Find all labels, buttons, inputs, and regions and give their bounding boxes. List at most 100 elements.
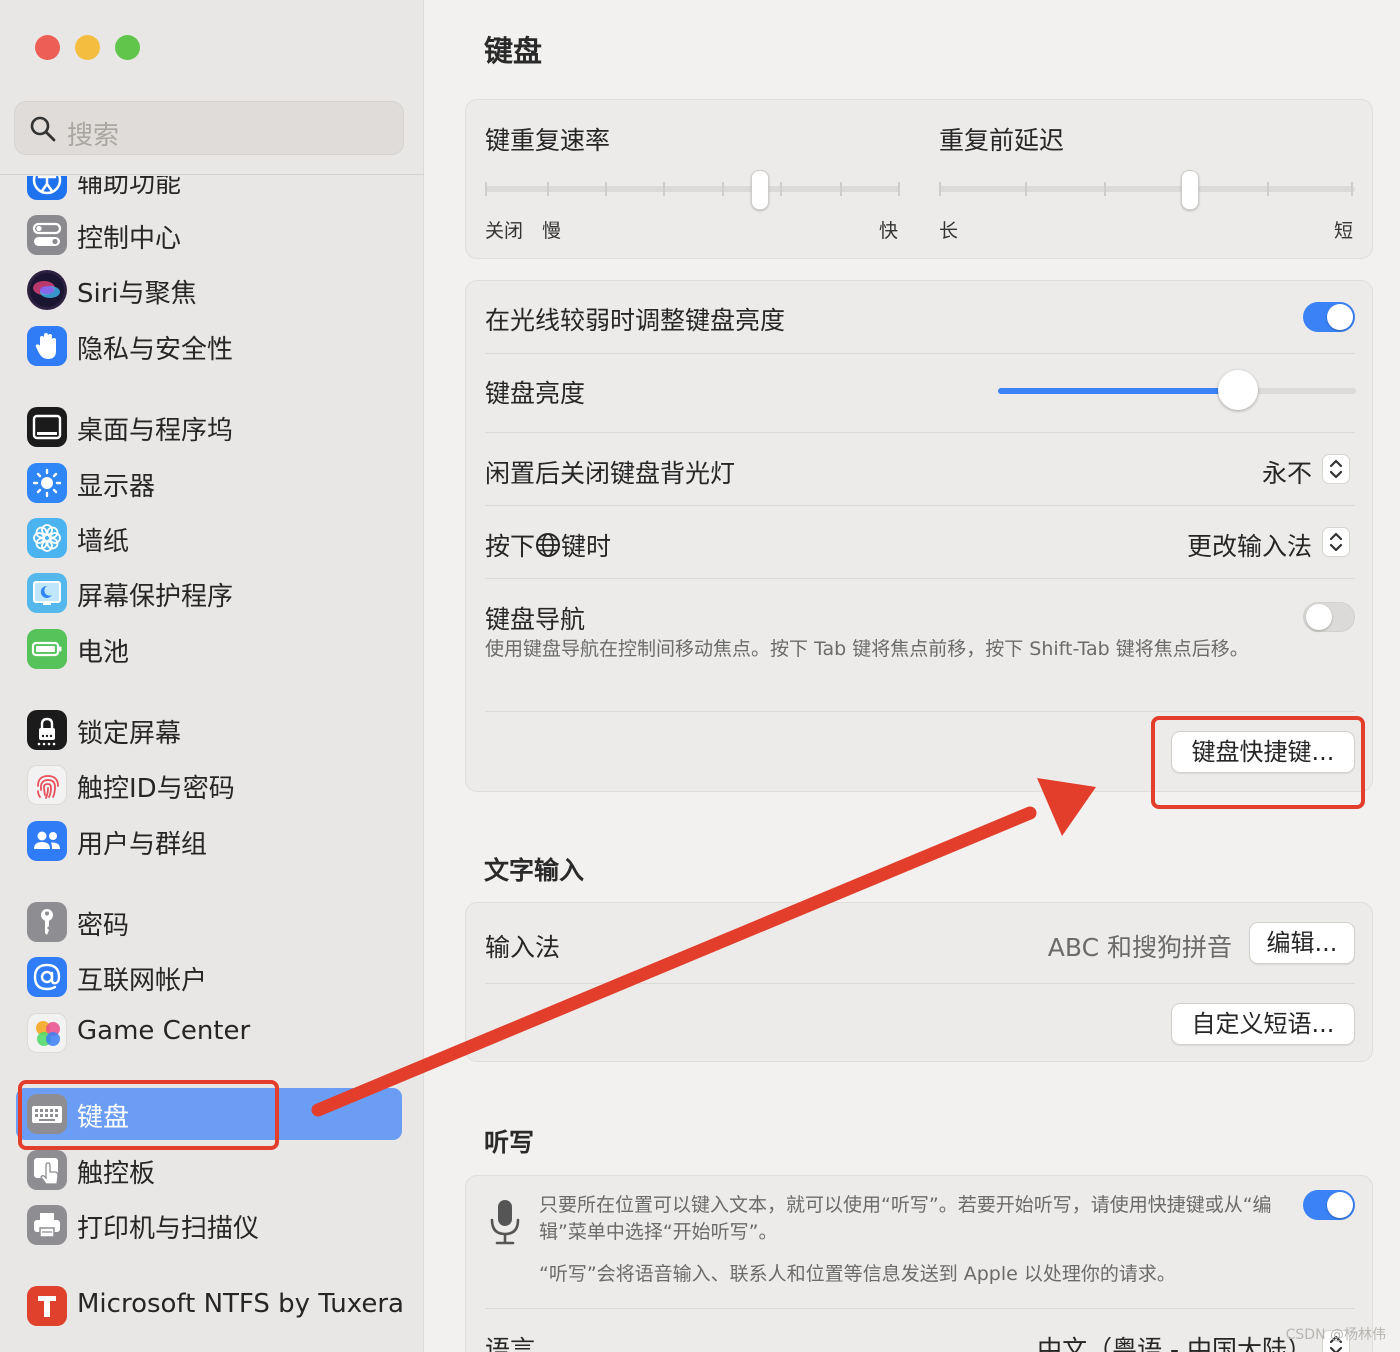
dock-icon xyxy=(27,407,67,447)
dictation-toggle[interactable] xyxy=(1303,1190,1355,1220)
text-replacements-button[interactable]: 自定义短语... xyxy=(1171,1003,1355,1045)
dictation-card: 只要所在位置可以键入文本，就可以使用“听写”。若要开始听写，请使用快捷键或从“编… xyxy=(465,1175,1373,1352)
auto-brightness-label: 在光线较弱时调整键盘亮度 xyxy=(485,306,786,335)
dictation-language-label: 语言 xyxy=(485,1335,536,1352)
globe-key-value[interactable]: 更改输入法 xyxy=(1187,527,1312,563)
sidebar-item-trackpad[interactable]: 触控板 xyxy=(16,1144,402,1196)
sidebar-item-wallpaper[interactable]: 墙纸 xyxy=(16,512,402,564)
game-center-icon xyxy=(27,1013,67,1053)
close-window-button[interactable] xyxy=(35,35,60,60)
sidebar-item-label: 墙纸 xyxy=(77,527,130,557)
sidebar-item-siri[interactable]: Siri与聚焦 xyxy=(16,264,402,316)
keyboard-brightness-knob[interactable] xyxy=(1217,370,1258,410)
sidebar-item-users-groups[interactable]: 用户与群组 xyxy=(16,815,402,867)
sidebar-item-screensaver[interactable]: 屏幕保护程序 xyxy=(16,567,402,619)
dictation-section-title: 听写 xyxy=(484,1128,535,1157)
sidebar-item-privacy[interactable]: 隐私与安全性 xyxy=(16,320,402,372)
keyboard-brightness-slider[interactable] xyxy=(998,370,1356,412)
globe-key-stepper[interactable] xyxy=(1322,527,1350,557)
key-repeat-rate-knob[interactable] xyxy=(750,170,769,210)
trackpad-icon xyxy=(27,1150,67,1190)
search-placeholder: 搜索 xyxy=(67,121,120,151)
screensaver-icon xyxy=(27,573,67,613)
dictation-language-value[interactable]: 中文（粤语 - 中国大陆） xyxy=(1037,1330,1312,1352)
globe-icon xyxy=(536,533,561,557)
accessibility-icon xyxy=(27,176,67,200)
chevron-updown-icon xyxy=(1329,459,1343,479)
siri-icon xyxy=(27,270,67,310)
sidebar-item-label: 用户与群组 xyxy=(77,830,208,860)
backlight-off-label: 闲置后关闭键盘背光灯 xyxy=(485,459,736,488)
sidebar-item-passwords[interactable]: 密码 xyxy=(16,896,402,948)
sidebar-item-label: 触控ID与密码 xyxy=(77,774,235,804)
search-input[interactable]: 搜索 xyxy=(14,101,404,155)
rate-slow-label: 慢 xyxy=(542,220,562,242)
rate-off-label: 关闭 xyxy=(485,220,524,242)
display-sun-icon xyxy=(27,463,67,503)
text-input-card: 输入法 ABC 和搜狗拼音 编辑... 自定义短语... xyxy=(465,902,1373,1062)
sidebar-item-lock-screen[interactable]: 锁定屏幕 xyxy=(16,704,402,756)
text-input-section-title: 文字输入 xyxy=(484,856,585,885)
dictation-description: 只要所在位置可以键入文本，就可以使用“听写”。若要开始听写，请使用快捷键或从“编… xyxy=(539,1194,1272,1243)
sidebar-divider xyxy=(0,174,424,175)
keyboard-navigation-toggle[interactable] xyxy=(1303,602,1355,632)
sidebar-item-battery[interactable]: 电池 xyxy=(16,623,402,675)
sidebar-item-label: 互联网帐户 xyxy=(77,966,208,996)
sidebar-item-label: Microsoft NTFS by Tuxera xyxy=(77,1289,404,1319)
zoom-window-button[interactable] xyxy=(115,35,140,60)
globe-key-label: 按下 键时 xyxy=(485,532,612,561)
sidebar-item-game-center[interactable]: Game Center xyxy=(16,1007,402,1059)
key-repeat-rate-slider[interactable] xyxy=(485,168,900,210)
key-repeat-card: 键重复速率 重复前延迟 关闭 慢 快 长 短 xyxy=(465,99,1373,259)
main-content: 键盘 键重复速率 重复前延迟 关闭 慢 快 长 短 在光线较弱时调整键盘亮度 键… xyxy=(425,0,1400,1352)
repeat-delay-slider[interactable] xyxy=(939,168,1355,210)
sidebar-item-tuxera-ntfs[interactable]: Microsoft NTFS by Tuxera xyxy=(16,1280,404,1332)
minimize-window-button[interactable] xyxy=(75,35,100,60)
key-icon xyxy=(27,902,67,942)
sidebar-item-label: Siri与聚焦 xyxy=(77,279,197,309)
sidebar-item-printers[interactable]: 打印机与扫描仪 xyxy=(16,1199,402,1251)
annotation-sidebar-highlight-box xyxy=(18,1080,279,1150)
keyboard-navigation-label: 键盘导航 xyxy=(485,605,586,634)
sidebar-item-label: 显示器 xyxy=(77,472,156,502)
sidebar-item-displays[interactable]: 显示器 xyxy=(16,457,402,509)
delay-short-label: 短 xyxy=(1334,220,1354,242)
sidebar-item-label: Game Center xyxy=(77,1016,251,1046)
control-center-icon xyxy=(27,215,67,255)
annotation-highlight-box xyxy=(1151,716,1365,809)
rate-fast-label: 快 xyxy=(879,220,899,242)
sidebar-item-label: 电池 xyxy=(77,638,130,668)
sidebar-item-accessibility[interactable]: 辅助功能 xyxy=(16,176,402,206)
sidebar-item-desktop-dock[interactable]: 桌面与程序坞 xyxy=(16,401,402,453)
sidebar-item-label: 桌面与程序坞 xyxy=(77,416,234,446)
chevron-updown-icon xyxy=(1329,532,1343,552)
delay-long-label: 长 xyxy=(939,220,959,242)
microphone-icon xyxy=(490,1200,520,1245)
users-icon xyxy=(27,821,67,861)
printer-icon xyxy=(27,1205,67,1245)
sidebar-item-control-center[interactable]: 控制中心 xyxy=(16,209,402,261)
battery-icon xyxy=(27,629,67,669)
page-title: 键盘 xyxy=(484,34,543,68)
sidebar-item-label: 辅助功能 xyxy=(77,176,182,199)
sidebar-item-label: 控制中心 xyxy=(77,224,182,254)
edit-input-sources-button[interactable]: 编辑... xyxy=(1249,922,1355,964)
fingerprint-icon xyxy=(27,765,67,805)
sidebar-item-label: 密码 xyxy=(77,911,130,941)
sidebar-item-touch-id[interactable]: 触控ID与密码 xyxy=(16,759,402,811)
privacy-hand-icon xyxy=(27,326,67,366)
backlight-off-stepper[interactable] xyxy=(1322,454,1350,484)
tuxera-icon xyxy=(27,1286,67,1326)
sidebar-item-internet-accounts[interactable]: 互联网帐户 xyxy=(16,951,402,1003)
repeat-delay-label: 重复前延迟 xyxy=(939,126,1065,155)
backlight-off-value[interactable]: 永不 xyxy=(1262,454,1312,490)
auto-brightness-toggle[interactable] xyxy=(1303,302,1355,332)
lock-screen-icon xyxy=(27,710,67,750)
keyboard-brightness-label: 键盘亮度 xyxy=(485,379,586,408)
key-repeat-rate-label: 键重复速率 xyxy=(485,126,611,155)
watermark: CSDN @杨林伟 xyxy=(1285,1327,1386,1343)
at-sign-icon xyxy=(27,957,67,997)
search-icon xyxy=(30,116,56,142)
repeat-delay-knob[interactable] xyxy=(1180,170,1199,210)
keyboard-navigation-description: 使用键盘导航在控制间移动焦点。按下 Tab 键将焦点前移，按下 Shift-Ta… xyxy=(485,638,1249,660)
